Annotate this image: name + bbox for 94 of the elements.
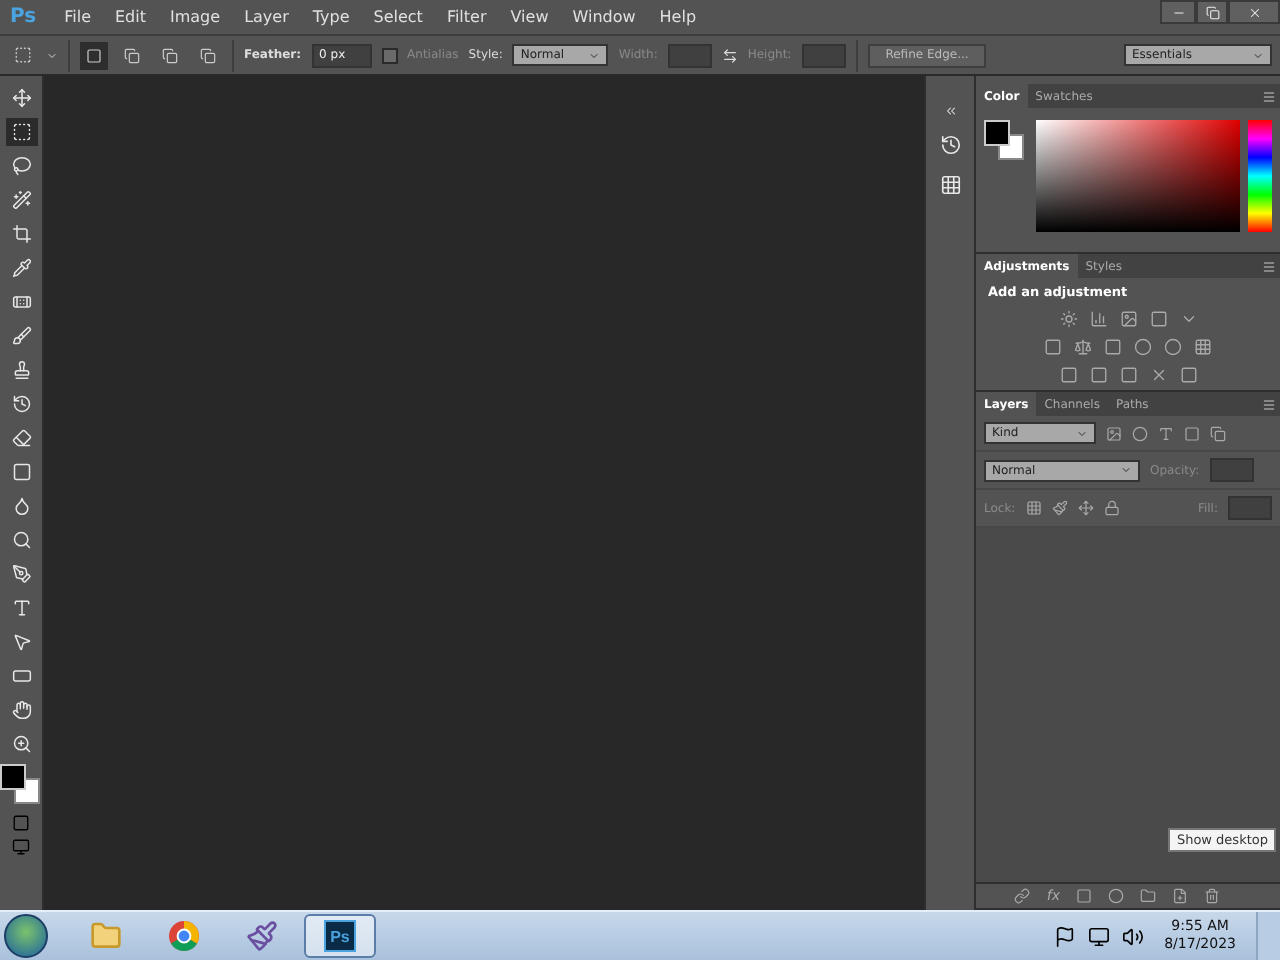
pen-icon — [11, 564, 31, 584]
menu-item[interactable]: Select — [361, 8, 435, 26]
flag-icon — [1054, 925, 1077, 947]
crop-icon — [11, 224, 31, 244]
browser-icon — [168, 920, 200, 952]
menu-icon — [1262, 259, 1276, 273]
bandage-icon — [11, 292, 31, 312]
menu-icon — [1262, 89, 1276, 103]
menu-item[interactable]: Filter — [434, 8, 499, 26]
paint-icon — [246, 920, 278, 952]
type-icon — [11, 598, 31, 618]
opacity-field[interactable] — [1209, 458, 1254, 482]
menu-item[interactable]: Type — [300, 8, 362, 26]
fill-field[interactable] — [1228, 496, 1272, 520]
color-swatches[interactable] — [0, 764, 43, 808]
wand-icon — [11, 190, 31, 210]
move-icon — [11, 88, 31, 108]
rectangle-icon — [11, 666, 31, 686]
eraser-icon — [11, 428, 31, 448]
collapse-icon — [943, 104, 957, 118]
image-icon — [1106, 425, 1122, 441]
swap-icon — [721, 47, 738, 63]
square-icon — [1184, 425, 1200, 441]
square-icon — [1104, 338, 1122, 356]
restore-icon — [1205, 5, 1219, 19]
menu-item[interactable]: Layer — [232, 8, 301, 26]
link-icon — [1014, 888, 1031, 904]
pointer-icon — [11, 632, 31, 652]
history-icon — [939, 133, 961, 155]
circle-icon — [1132, 425, 1148, 441]
taskbar-button[interactable]: Ps — [304, 914, 376, 958]
drop-icon — [11, 496, 31, 516]
folder-icon — [90, 920, 122, 952]
magnifier-icon — [11, 530, 31, 550]
brush-icon — [1051, 500, 1068, 516]
app-icon: Ps — [324, 920, 356, 952]
square-icon — [1149, 310, 1167, 328]
menu-item[interactable]: Window — [560, 8, 648, 26]
square-icon — [1044, 338, 1062, 356]
dashed-square-icon — [13, 46, 31, 64]
minimize-button[interactable] — [1160, 0, 1196, 24]
grid-icon — [1194, 338, 1212, 356]
properties-icon — [939, 173, 961, 195]
new-layer-icon — [1172, 888, 1188, 904]
height-field[interactable] — [801, 43, 846, 67]
menu-item[interactable]: Help — [647, 8, 709, 26]
square-icon — [1179, 366, 1197, 384]
caret-icon — [1120, 464, 1132, 476]
color-field[interactable] — [1036, 120, 1240, 232]
circle-icon — [1164, 338, 1182, 356]
square-icon — [1089, 366, 1107, 384]
menu-item[interactable]: Image — [158, 8, 233, 26]
speaker-icon — [1122, 925, 1145, 947]
lock-icon — [1103, 500, 1120, 516]
square-icon — [1059, 366, 1077, 384]
brush-icon — [11, 326, 31, 346]
selection-mode-button[interactable] — [80, 41, 108, 69]
pages-icon — [1210, 425, 1226, 441]
sun-icon — [1059, 310, 1077, 328]
eyedropper-icon — [11, 258, 31, 278]
menu-item[interactable]: Edit — [103, 8, 158, 26]
circle-icon — [1108, 888, 1124, 904]
stamp-icon — [11, 360, 31, 380]
menu-item[interactable]: File — [52, 8, 103, 26]
square-icon — [1119, 366, 1137, 384]
restore-button[interactable] — [1196, 0, 1228, 24]
zoom-icon — [11, 734, 31, 754]
screen-mode-icon — [12, 838, 30, 856]
menu-icon — [1262, 397, 1276, 411]
folder-icon — [1140, 888, 1156, 904]
app-logo: Ps — [8, 6, 39, 28]
hand-icon — [11, 700, 31, 720]
caret-icon — [46, 49, 58, 61]
caret-icon — [1252, 49, 1264, 61]
dashed-square-icon — [11, 122, 31, 142]
bars-icon — [1089, 310, 1107, 328]
hue-spectrum — [1248, 120, 1272, 232]
lasso-icon — [11, 156, 31, 176]
circle-icon — [1134, 338, 1152, 356]
trash-icon — [1204, 888, 1220, 904]
width-field[interactable] — [667, 43, 712, 67]
tool-button[interactable] — [5, 118, 37, 146]
close-icon — [1247, 5, 1261, 19]
move-icon — [1077, 500, 1094, 516]
start-button[interactable] — [4, 914, 48, 958]
grid-icon — [1025, 500, 1042, 516]
caret-icon — [588, 49, 601, 61]
cross-icon — [1149, 366, 1167, 384]
menu-item[interactable]: View — [498, 8, 561, 26]
scale-icon — [1074, 338, 1092, 356]
caret-icon — [1076, 427, 1088, 439]
history-icon — [11, 394, 31, 414]
type-icon — [1158, 425, 1174, 441]
color-swatches[interactable] — [984, 120, 1028, 164]
